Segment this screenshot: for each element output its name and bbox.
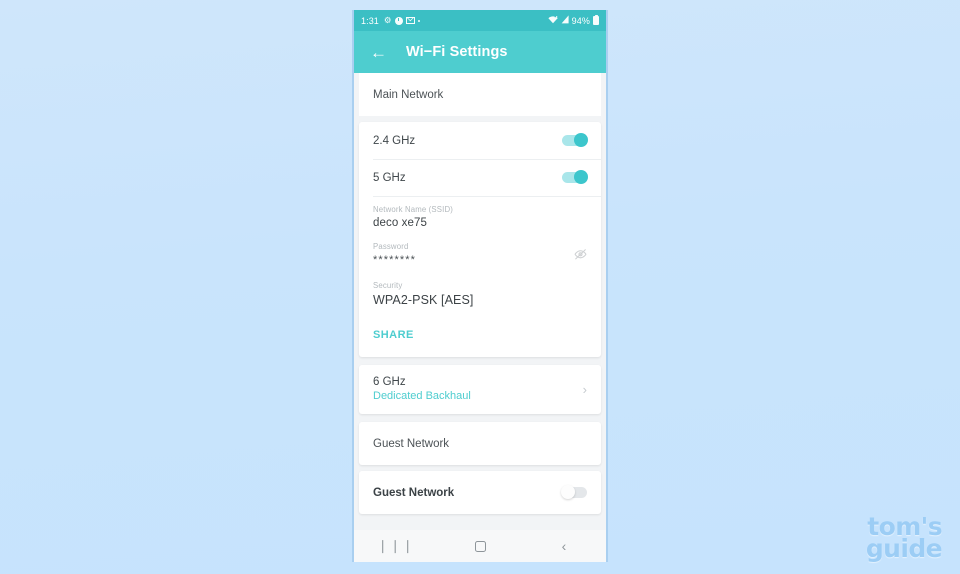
row-band-2ghz[interactable]: 2.4 GHz xyxy=(359,122,601,159)
guest-network-section-title: Guest Network xyxy=(373,438,450,450)
guest-network-label: Guest Network xyxy=(373,486,455,499)
band-5ghz-toggle[interactable] xyxy=(562,170,588,184)
password-field[interactable]: Password ******** xyxy=(359,236,601,273)
row-band-5ghz[interactable]: 5 GHz xyxy=(359,159,601,196)
status-bar: 1:31 ⚙ 94% xyxy=(354,10,606,31)
band-6ghz-text: 6 GHz Dedicated Backhaul xyxy=(373,376,583,402)
band-6ghz-card: 6 GHz Dedicated Backhaul › xyxy=(359,365,601,414)
toggle-knob xyxy=(574,170,588,184)
security-label: Security xyxy=(373,281,403,290)
wifi-icon xyxy=(548,15,558,26)
back-button[interactable]: ← xyxy=(370,44,387,61)
status-bar-clock: 1:31 xyxy=(361,15,379,26)
watermark-line-2: guide xyxy=(865,534,943,563)
home-button[interactable] xyxy=(457,530,503,562)
band-2ghz-label: 2.4 GHz xyxy=(373,134,416,147)
mail-icon xyxy=(405,17,415,24)
share-row: SHARE xyxy=(359,314,601,357)
settings-scroll-body[interactable]: Main Network 2.4 GHz 5 GHz Network Name xyxy=(354,73,606,530)
watermark-toms-guide: tom's guide xyxy=(865,514,943,563)
ssid-field[interactable]: Network Name (SSID) deco xe75 xyxy=(359,196,601,236)
password-label: Password xyxy=(373,242,409,251)
main-network-header-card: Main Network xyxy=(359,73,601,116)
band-6ghz-title: 6 GHz xyxy=(373,376,406,388)
security-value: WPA2-PSK [AES] xyxy=(373,293,474,307)
main-network-card: 2.4 GHz 5 GHz Network Name (SSID) deco x… xyxy=(359,122,601,357)
app-bar: ← Wi−Fi Settings xyxy=(354,31,606,73)
ssid-label: Network Name (SSID) xyxy=(373,205,453,214)
clock-dot-icon xyxy=(394,16,403,25)
toggle-knob xyxy=(574,133,588,147)
status-bar-left: 1:31 ⚙ xyxy=(361,16,420,26)
toggle-knob xyxy=(561,485,575,499)
android-nav-bar: ❘❘❘ ‹ xyxy=(354,530,606,562)
signal-icon xyxy=(561,15,569,26)
guest-network-card: Guest Network xyxy=(359,471,601,514)
main-network-section-title: Main Network xyxy=(373,89,444,101)
share-button[interactable]: SHARE xyxy=(373,329,414,341)
guest-network-toggle[interactable] xyxy=(561,485,587,499)
guest-network-header-card: Guest Network xyxy=(359,422,601,465)
status-bar-right: 94% xyxy=(548,14,599,26)
band-5ghz-label: 5 GHz xyxy=(373,171,406,184)
eye-off-icon[interactable] xyxy=(574,247,587,265)
row-guest-network[interactable]: Guest Network xyxy=(359,471,601,514)
security-field[interactable]: Security WPA2-PSK [AES] xyxy=(359,273,601,314)
back-nav-button[interactable]: ‹ xyxy=(541,530,587,562)
band-2ghz-toggle[interactable] xyxy=(562,133,588,147)
home-icon xyxy=(474,540,486,552)
password-value: ******** xyxy=(373,254,417,266)
page-title: Wi−Fi Settings xyxy=(406,44,508,60)
battery-percent-label: 94% xyxy=(571,15,590,26)
chevron-right-icon: › xyxy=(582,381,587,397)
phone-screenshot-frame: 1:31 ⚙ 94% ← Wi−Fi Settings Main Network xyxy=(352,10,608,562)
row-band-6ghz[interactable]: 6 GHz Dedicated Backhaul › xyxy=(359,365,601,414)
ssid-value: deco xe75 xyxy=(373,217,427,229)
gear-icon: ⚙ xyxy=(383,15,392,26)
band-6ghz-subtitle: Dedicated Backhaul xyxy=(373,390,471,402)
recents-button[interactable]: ❘❘❘ xyxy=(373,530,419,562)
dot-icon xyxy=(417,19,420,22)
battery-icon xyxy=(593,14,599,26)
